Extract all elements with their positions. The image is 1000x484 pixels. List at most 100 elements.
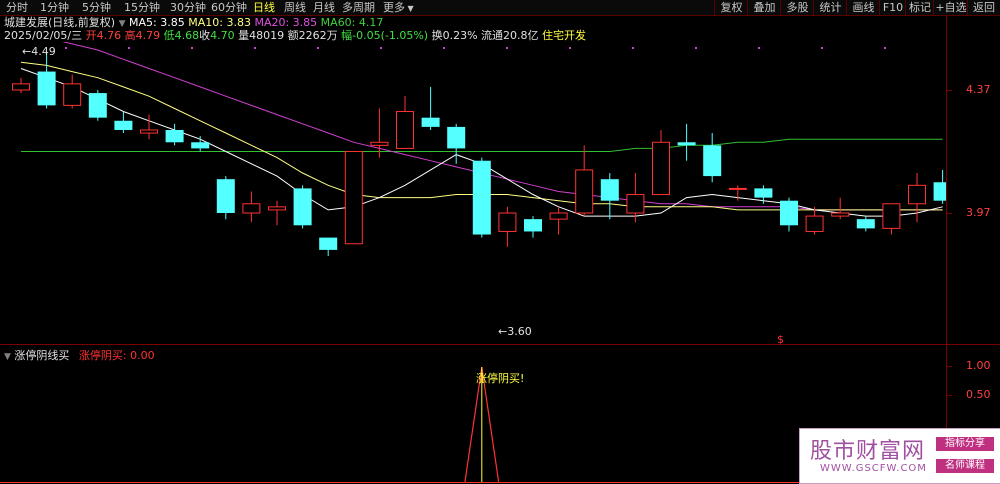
candle-body-up xyxy=(549,212,568,220)
back-button[interactable]: 返回 xyxy=(967,0,1000,15)
candle xyxy=(652,129,670,196)
candle xyxy=(88,90,107,121)
candle xyxy=(498,206,517,247)
candle-body-down xyxy=(216,179,235,213)
top-marker-dot xyxy=(380,47,382,49)
candle-body-up xyxy=(626,194,645,214)
ma-settings-icon[interactable]: ▼ xyxy=(119,19,126,29)
ma20-value: MA20: 3.85 xyxy=(254,16,318,29)
turnover-value: 0.23% xyxy=(442,29,478,42)
candle-body-down xyxy=(677,142,696,146)
candle-body-up xyxy=(908,184,926,205)
adjust-button[interactable]: 复权 xyxy=(714,0,748,15)
tab-30min[interactable]: 30分钟 xyxy=(170,0,206,15)
ind-tick-05 xyxy=(946,395,952,396)
price-label-top: 4.37 xyxy=(966,83,991,96)
tab-monthly[interactable]: 月线 xyxy=(313,0,335,15)
multi-stock-button[interactable]: 多股 xyxy=(780,0,814,15)
price-axis-line xyxy=(946,15,947,483)
candle-body-down xyxy=(933,182,946,201)
candle xyxy=(703,133,722,183)
draw-button[interactable]: 画线 xyxy=(846,0,880,15)
top-marker-dot xyxy=(632,47,634,49)
change-label: 幅 xyxy=(341,29,353,42)
candle-body-down xyxy=(88,93,107,118)
float-value: 20.8亿 xyxy=(503,29,539,42)
info-line-ma: 城建发展(日线,前复权) ▼ MA5: 3.85 MA10: 3.83 MA20… xyxy=(4,16,383,29)
sector-label: 住宅开发 xyxy=(542,29,587,42)
candle xyxy=(114,111,133,134)
candle-body-up xyxy=(882,203,901,229)
statistics-button[interactable]: 统计 xyxy=(813,0,847,15)
turnover-label: 换 xyxy=(431,29,443,42)
candle xyxy=(165,123,184,146)
vol-value: 48019 xyxy=(249,29,285,42)
panel-divider-axis xyxy=(946,344,1000,345)
candle-body-down xyxy=(780,200,798,226)
candle-body-up xyxy=(652,141,670,196)
high-label: 高 xyxy=(124,29,136,42)
candle xyxy=(37,53,56,109)
top-marker-dot xyxy=(65,47,67,49)
tab-15min[interactable]: 15分钟 xyxy=(124,0,160,15)
ind-tick-1 xyxy=(946,366,952,367)
top-marker-dot xyxy=(443,47,445,49)
candle xyxy=(242,191,261,223)
candle-body-down xyxy=(191,142,210,149)
top-marker-dot xyxy=(191,47,193,49)
candlestick-chart[interactable] xyxy=(0,42,946,342)
ma5-value: MA5: 3.85 xyxy=(129,16,185,29)
candle xyxy=(293,185,312,229)
tab-weekly[interactable]: 周线 xyxy=(284,0,306,15)
float-label: 流通 xyxy=(481,29,504,42)
high-annotation-value: 4.49 xyxy=(31,45,56,58)
candle xyxy=(933,169,946,204)
candle-body-up xyxy=(805,215,824,232)
add-watchlist-button[interactable]: +自选 xyxy=(933,0,968,15)
tab-multi-period[interactable]: 多周期 xyxy=(342,0,375,15)
high-value: 4.79 xyxy=(135,29,161,42)
indicator-axis-1: 1.00 xyxy=(966,359,991,372)
candle-body-up xyxy=(344,151,363,245)
candle xyxy=(677,123,696,161)
tab-60min[interactable]: 60分钟 xyxy=(211,0,247,15)
f10-button[interactable]: F10 xyxy=(879,0,906,15)
candle-body-up xyxy=(63,83,82,106)
info-line-quote: 2025/02/05/三 开4.76 高4.79 低4.68收4.70 量480… xyxy=(4,29,586,42)
candle-body-down xyxy=(703,145,722,177)
top-marker-dot xyxy=(317,47,319,49)
top-marker-dot xyxy=(821,47,823,49)
candle xyxy=(831,197,850,220)
candle-body-down xyxy=(114,120,133,130)
tab-daily[interactable]: 日线 xyxy=(253,0,275,15)
watermark-badge-course: 名师课程 xyxy=(936,459,994,473)
tab-fenshi[interactable]: 分时 xyxy=(6,0,28,15)
watermark-badge-share: 指标分享 xyxy=(936,437,994,451)
chevron-down-icon: ▼ xyxy=(405,4,414,13)
watermark-title: 股市财富网 xyxy=(810,439,926,464)
candle-body-up xyxy=(396,111,414,149)
candle-body-down xyxy=(293,188,312,226)
candle xyxy=(626,173,645,223)
candle-body-down xyxy=(421,117,440,127)
mark-button[interactable]: 标记 xyxy=(905,0,934,15)
indicator-axis-05: 0.50 xyxy=(966,388,991,401)
tab-5min[interactable]: 5分钟 xyxy=(82,0,111,15)
candle xyxy=(780,197,798,232)
overlay-button[interactable]: 叠加 xyxy=(747,0,781,15)
watermark-logo: 股市财富网 WWW.GSCFW.COM 指标分享 名师课程 xyxy=(799,428,1000,484)
candle-body-down xyxy=(165,129,184,143)
open-label: 开 xyxy=(85,29,97,42)
tab-more[interactable]: 更多 ▼ xyxy=(383,0,414,15)
candle xyxy=(421,86,440,130)
ma60-line xyxy=(21,138,943,152)
candle xyxy=(575,145,594,217)
candle xyxy=(524,216,542,238)
candle-body-up xyxy=(12,83,30,91)
candle xyxy=(549,206,568,235)
price-tick-bottom xyxy=(946,213,952,214)
candle-body-down xyxy=(524,219,542,232)
candle-body-down xyxy=(856,219,875,229)
tab-1min[interactable]: 1分钟 xyxy=(40,0,69,15)
candle-body-down xyxy=(319,237,338,250)
